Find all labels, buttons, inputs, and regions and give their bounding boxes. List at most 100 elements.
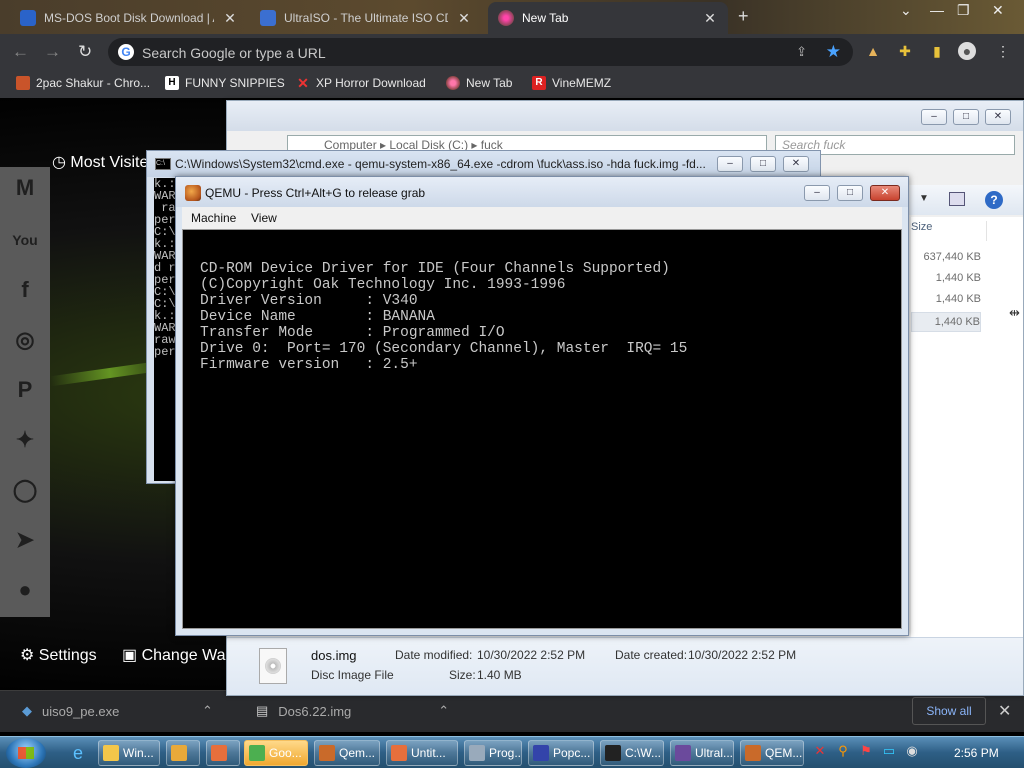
taskbar-button-chrome[interactable]: Goo... <box>244 740 308 766</box>
address-bar[interactable]: G Search Google or type a URL ⇪ ★ <box>108 38 853 66</box>
twitter-icon[interactable]: ✦ <box>8 423 42 457</box>
close-icon[interactable]: ✕ <box>702 10 718 27</box>
bookmark-favicon-icon <box>16 76 30 90</box>
minimize-button[interactable]: – <box>717 156 743 172</box>
chevron-up-icon[interactable]: ⌃ <box>202 703 213 719</box>
size-column-header[interactable]: Size <box>911 221 987 241</box>
show-all-button[interactable]: Show all <box>912 697 986 725</box>
youtube-icon[interactable]: You <box>8 223 42 257</box>
taskbar-button-popcorn[interactable]: Popc... <box>528 740 594 766</box>
ie-icon[interactable]: e <box>66 741 90 765</box>
taskbar-button-ultraiso[interactable]: Ultral... <box>670 740 734 766</box>
preview-pane-icon[interactable] <box>949 192 965 206</box>
pinterest-icon[interactable]: P <box>8 373 42 407</box>
back-arrow-icon[interactable]: ← <box>12 42 29 62</box>
file-list: Size 637,440 KB 1,440 KB 1,440 KB 1,440 … <box>911 217 1023 637</box>
new-tab-favicon-icon <box>498 10 514 26</box>
close-button[interactable]: ✕ <box>870 185 900 201</box>
forward-arrow-icon[interactable]: → <box>44 42 61 62</box>
download-item[interactable]: ◆ uiso9_pe.exe ⌃ <box>22 703 213 719</box>
taskbar-button-qemu[interactable]: Qem... <box>314 740 380 766</box>
bookmark-label: FUNNY SNIPPIES <box>185 76 285 90</box>
bookmark-funny-snippies[interactable]: H FUNNY SNIPPIES <box>165 76 285 90</box>
tray-monitor-icon[interactable]: ▭ <box>881 743 897 759</box>
taskbar-button-paint[interactable]: Untit... <box>386 740 458 766</box>
reload-icon[interactable]: ↻ <box>78 42 92 62</box>
tray-search-icon[interactable]: ⚲ <box>835 743 851 759</box>
tray-tool-icon[interactable]: ✕ <box>812 743 828 759</box>
menu-machine[interactable]: Machine <box>191 211 236 225</box>
download-item[interactable]: ▤ Dos6.22.img ⌃ <box>256 703 449 719</box>
taskbar-button-prog[interactable]: Prog... <box>464 740 522 766</box>
close-icon[interactable]: ✕ <box>222 10 238 27</box>
side-panel-icon[interactable]: ▮ <box>928 42 946 60</box>
bookmark-vinememz[interactable]: R VineMEMZ <box>532 76 611 90</box>
whatsapp-icon[interactable]: ◯ <box>8 473 42 507</box>
size-cell[interactable]: 1,440 KB <box>911 293 981 305</box>
explorer-titlebar <box>227 101 1023 131</box>
maximize-button[interactable]: □ <box>750 156 776 172</box>
minimize-button[interactable]: – <box>921 109 947 125</box>
start-button[interactable] <box>6 738 46 768</box>
size-cell[interactable]: 637,440 KB <box>911 251 982 263</box>
size-value: 1.40 MB <box>477 668 522 682</box>
browser-tab-strip: MS-DOS Boot Disk Download | A ✕ UltraISO… <box>0 0 1024 34</box>
x-favicon-icon: ✕ <box>297 75 309 91</box>
change-wallpaper-button[interactable]: ▣ Change Wa <box>122 645 225 665</box>
telegram-icon[interactable]: ➤ <box>8 523 42 557</box>
popcorn-icon <box>533 745 549 761</box>
minimize-icon[interactable]: — <box>930 2 944 18</box>
taskbar-button-media[interactable] <box>166 740 200 766</box>
tab-msdos[interactable]: MS-DOS Boot Disk Download | A ✕ <box>10 2 248 34</box>
qemu-icon <box>319 745 335 761</box>
tray-volume-icon[interactable]: ◉ <box>904 743 920 759</box>
share-icon[interactable]: ⇪ <box>796 44 807 60</box>
close-button[interactable]: ✕ <box>985 109 1011 125</box>
tab-search-chevron-icon[interactable]: ⌄ <box>900 2 912 19</box>
size-cell[interactable]: 1,440 KB <box>911 272 981 284</box>
help-icon[interactable]: ? <box>985 191 1003 209</box>
bookmark-xp-horror[interactable]: ✕ XP Horror Download <box>296 76 426 90</box>
close-button[interactable]: ✕ <box>783 156 809 172</box>
extensions-puzzle-icon[interactable]: ✚ <box>896 42 914 60</box>
reddit-icon[interactable]: ● <box>8 573 42 607</box>
qemu-display[interactable]: CD-ROM Device Driver for IDE (Four Chann… <box>182 229 902 629</box>
instagram-icon[interactable]: ◎ <box>8 323 42 357</box>
close-icon[interactable]: ✕ <box>456 10 472 27</box>
tray-flag-icon[interactable]: ⚑ <box>858 743 874 759</box>
maximize-button[interactable]: □ <box>953 109 979 125</box>
views-dropdown-icon[interactable]: ▼ <box>919 193 929 204</box>
taskbar-button-qemu[interactable]: QEM... <box>740 740 804 766</box>
download-name: Dos6.22.img <box>278 703 352 719</box>
close-window-icon[interactable]: ✕ <box>992 2 1004 19</box>
h-favicon-icon: H <box>165 76 179 90</box>
bookmark-2pac[interactable]: 2pac Shakur - Chro... <box>16 76 150 90</box>
gmail-icon[interactable]: M <box>8 171 42 205</box>
menu-view[interactable]: View <box>251 211 277 225</box>
minimize-button[interactable]: – <box>804 185 830 201</box>
taskbar-button-paint[interactable] <box>206 740 240 766</box>
details-pane: dos.img Disc Image File Date modified: 1… <box>227 637 1023 695</box>
most-visited-heading[interactable]: ◷ Most Visite <box>52 152 148 172</box>
taskbar-button-explorer[interactable]: Win... <box>98 740 160 766</box>
clock[interactable]: 2:56 PM <box>954 746 999 760</box>
maximize-button[interactable]: □ <box>837 185 863 201</box>
menu-kebab-icon[interactable]: ⋮ <box>994 42 1012 60</box>
profile-avatar-icon[interactable]: ● <box>958 42 976 60</box>
bookmark-new-tab[interactable]: New Tab <box>446 76 512 90</box>
tab-new-tab[interactable]: New Tab ✕ <box>488 2 728 34</box>
size-cell-selected[interactable]: 1,440 KB <box>911 312 981 332</box>
taskbar-button-cmd[interactable]: C:\W... <box>600 740 664 766</box>
bookmark-star-icon[interactable]: ★ <box>826 42 841 62</box>
chevron-up-icon[interactable]: ⌃ <box>438 703 449 719</box>
close-icon[interactable]: ✕ <box>998 701 1011 721</box>
date-modified-value: 10/30/2022 2:52 PM <box>477 648 586 662</box>
new-tab-plus-icon[interactable]: + <box>738 6 749 27</box>
extension-cat-icon[interactable]: ▲ <box>864 42 882 60</box>
facebook-icon[interactable]: f <box>8 273 42 307</box>
cmd-icon: C:\ <box>155 158 171 170</box>
ntp-settings-button[interactable]: ⚙ Settings <box>20 645 97 665</box>
explorer-icon <box>103 745 119 761</box>
restore-icon[interactable]: ❐ <box>957 2 970 19</box>
tab-ultraiso[interactable]: UltraISO - The Ultimate ISO CD/D ✕ <box>250 2 482 34</box>
